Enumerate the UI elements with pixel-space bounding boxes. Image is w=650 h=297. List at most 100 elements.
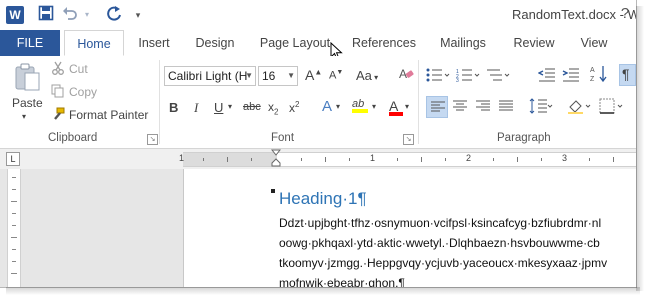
subscript-button[interactable]: x2 xyxy=(268,100,278,116)
svg-text:Z: Z xyxy=(590,76,595,83)
paste-dropdown-icon[interactable]: ▾ xyxy=(22,112,26,121)
undo-dropdown-icon[interactable]: ▾ xyxy=(82,5,92,25)
highlight-button[interactable]: ab xyxy=(352,98,368,113)
ruler-tick xyxy=(12,261,16,262)
help-button[interactable]: ? xyxy=(616,4,634,24)
document-page[interactable]: Heading·1¶ Ddzt·upjbght·tfhz·osnymuon·vc… xyxy=(183,169,636,287)
align-left-button[interactable] xyxy=(426,96,448,118)
ruler-tick xyxy=(11,273,17,274)
tab-page-layout[interactable]: Page Layout xyxy=(256,30,334,56)
underline-dropdown-icon[interactable]: ▾ xyxy=(228,102,232,111)
ruler-tick xyxy=(12,225,16,226)
ruler-left-margin xyxy=(183,153,277,166)
highlight-icon: ab xyxy=(352,98,365,110)
clipboard-group-label: Clipboard xyxy=(48,132,98,144)
tab-references[interactable]: References xyxy=(350,30,418,56)
body-text-line[interactable]: oowg·pkhqaxl·ytd·aktic·wwetyl.·Dlqhbaezn… xyxy=(279,236,600,250)
font-color-dropdown-icon[interactable]: ▾ xyxy=(405,102,409,111)
ruler-tick xyxy=(301,158,302,161)
clipboard-launcher-icon[interactable]: ↘ xyxy=(147,134,158,145)
redo-icon[interactable] xyxy=(104,5,124,25)
vertical-ruler[interactable] xyxy=(7,169,21,287)
grow-font-button[interactable]: A▲ xyxy=(305,67,322,83)
chevron-down-icon: ▼ xyxy=(245,71,253,80)
multilevel-list-icon[interactable] xyxy=(485,68,511,85)
change-case-icon: Aa xyxy=(356,68,372,83)
underline-button[interactable]: U xyxy=(214,100,223,115)
line-spacing-icon[interactable] xyxy=(528,98,554,117)
group-divider xyxy=(418,60,419,144)
save-icon[interactable] xyxy=(36,5,56,25)
change-case-button[interactable]: Aa ▾ xyxy=(356,68,378,83)
align-right-icon[interactable] xyxy=(474,100,492,116)
ruler-tick xyxy=(11,237,17,238)
ruler-tick xyxy=(12,213,16,214)
ruler-tick xyxy=(325,157,326,162)
copy-icon[interactable] xyxy=(50,84,66,101)
shrink-font-button[interactable]: A▼ xyxy=(329,69,343,82)
customize-qat-icon[interactable]: ▾ xyxy=(132,5,144,25)
paste-icon[interactable] xyxy=(10,62,44,92)
tab-selector[interactable]: L xyxy=(6,152,20,166)
borders-icon[interactable] xyxy=(598,98,624,117)
tab-review[interactable]: Review xyxy=(508,30,560,56)
tab-design[interactable]: Design xyxy=(190,30,240,56)
sort-icon[interactable]: AZ xyxy=(590,64,608,87)
ruler-tick xyxy=(227,157,228,162)
bullets-icon[interactable] xyxy=(425,68,451,85)
cut-button[interactable]: Cut xyxy=(69,62,88,76)
tab-home[interactable]: Home xyxy=(64,30,124,56)
ruler-tick xyxy=(12,177,16,178)
ruler-tick xyxy=(493,158,494,161)
font-name-value: Calibri Light (H xyxy=(168,69,248,83)
ruler-tick xyxy=(541,158,542,161)
tab-insert[interactable]: Insert xyxy=(132,30,176,56)
font-name-select[interactable]: Calibri Light (H ▼ xyxy=(164,66,256,86)
undo-icon[interactable] xyxy=(60,5,80,25)
font-color-button[interactable]: A xyxy=(389,98,403,116)
text-effects-button[interactable]: A xyxy=(322,98,332,115)
superscript-button[interactable]: x2 xyxy=(289,100,299,115)
ruler-tick xyxy=(251,158,252,161)
text-effects-dropdown-icon[interactable]: ▾ xyxy=(336,102,340,111)
justify-icon[interactable] xyxy=(497,100,515,116)
copy-button[interactable]: Copy xyxy=(69,85,97,99)
numbering-icon[interactable]: 123 xyxy=(455,68,481,85)
ruler-number: 2 xyxy=(466,153,472,163)
cut-icon[interactable] xyxy=(50,61,66,78)
body-text-line[interactable]: tkoomyv·jzmgg.·Heppgvqy·ycjuvb·yaceoucx·… xyxy=(279,256,607,270)
tab-mailings[interactable]: Mailings xyxy=(434,30,492,56)
decrease-indent-icon[interactable] xyxy=(537,68,557,85)
show-hide-toggle[interactable]: ¶ xyxy=(619,64,636,86)
ruler-tick xyxy=(421,157,422,162)
ribbon-home: Paste ▾ Cut Copy Format Painter Clipboar… xyxy=(0,56,636,149)
highlight-dropdown-icon[interactable]: ▾ xyxy=(372,102,376,111)
paste-button[interactable]: Paste xyxy=(12,96,43,110)
indent-marker-icon[interactable] xyxy=(271,149,281,167)
format-painter-icon[interactable] xyxy=(50,107,66,124)
ruler-tick xyxy=(12,249,16,250)
ruler-tick xyxy=(11,201,17,202)
tab-view[interactable]: View xyxy=(576,30,612,56)
ruler-tick xyxy=(397,158,398,161)
increase-indent-icon[interactable] xyxy=(561,68,581,85)
format-painter-button[interactable]: Format Painter xyxy=(69,108,148,122)
tab-file[interactable]: FILE xyxy=(0,30,60,56)
font-size-select[interactable]: 16 ▼ xyxy=(258,66,298,86)
strikethrough-button[interactable]: abc xyxy=(243,101,261,113)
body-text-line[interactable]: Ddzt·upjbght·tfhz·osnymuon·vcifpsl·ksinc… xyxy=(279,216,601,230)
shading-icon[interactable] xyxy=(566,98,592,117)
clear-formatting-icon[interactable]: A xyxy=(397,66,415,85)
align-center-icon[interactable] xyxy=(451,100,469,116)
svg-text:3: 3 xyxy=(456,78,459,82)
font-launcher-icon[interactable]: ↘ xyxy=(403,134,414,145)
italic-button[interactable]: I xyxy=(194,100,198,116)
title-bar: W ▾ ▾ RandomText.docx - W ? xyxy=(0,0,636,30)
ruler-tick xyxy=(517,157,518,162)
window-shadow xyxy=(636,6,644,291)
document-heading[interactable]: Heading·1¶ xyxy=(279,189,367,209)
align-left-icon xyxy=(431,101,445,112)
svg-text:A: A xyxy=(590,67,595,74)
bold-button[interactable]: B xyxy=(169,100,178,115)
horizontal-ruler[interactable]: 1 1 2 3 xyxy=(179,152,636,167)
